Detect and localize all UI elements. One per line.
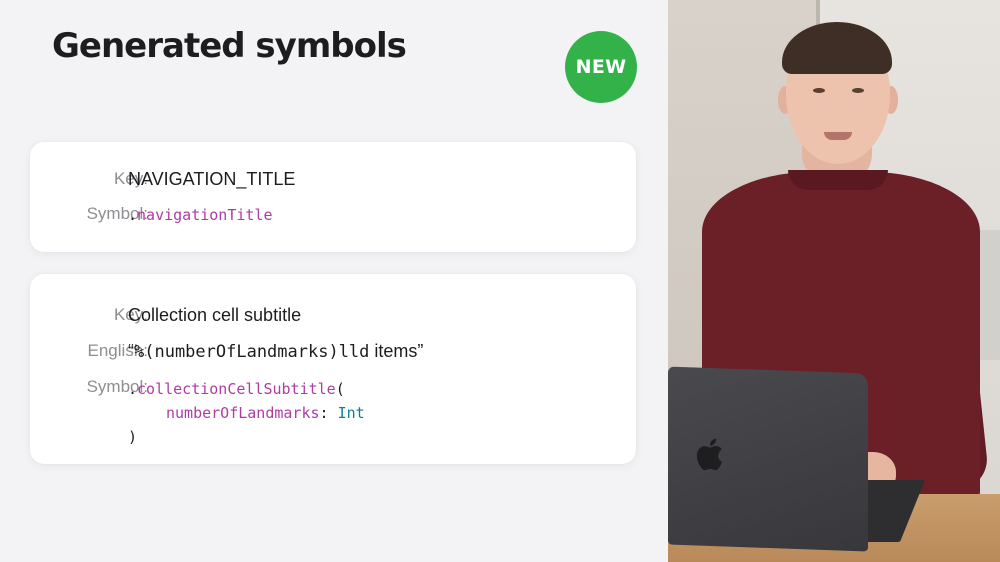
presenter-video — [668, 0, 1000, 562]
english-row: English: “%(numberOfLandmarks)lld items” — [30, 341, 636, 367]
symbol-function: collectionCellSubtitle — [137, 380, 336, 398]
apple-logo-icon — [696, 438, 723, 471]
sweater-collar — [788, 170, 888, 190]
symbol-dot: . — [128, 206, 138, 224]
symbol-dot: . — [128, 380, 138, 398]
symbol-close-paren: ) — [128, 428, 138, 446]
param-type: Int — [337, 404, 365, 422]
english-value: “%(numberOfLandmarks)lld items” — [128, 341, 423, 362]
param-colon: : — [319, 404, 338, 422]
symbol-row: Symbol: .collectionCellSubtitle( — [30, 377, 636, 403]
symbol-name: navigationTitle — [137, 206, 273, 224]
slide-panel: Generated symbols NEW Key: NAVIGATION_TI… — [0, 0, 668, 562]
key-value: Collection cell subtitle — [128, 305, 302, 325]
symbol-card-navigation-title: Key: NAVIGATION_TITLE Symbol: .navigatio… — [30, 142, 636, 252]
symbol-row: Symbol: .navigationTitle — [30, 204, 636, 230]
key-value: NAVIGATION_TITLE — [128, 169, 296, 189]
key-row: Key: Collection cell subtitle — [30, 305, 636, 331]
param-name: numberOfLandmarks — [166, 404, 320, 422]
presenter-eye — [813, 88, 825, 93]
symbol-card-collection-cell-subtitle: Key: Collection cell subtitle English: “… — [30, 274, 636, 464]
new-badge: NEW — [565, 31, 637, 103]
english-format-code: %(numberOfLandmarks)lld — [134, 342, 370, 362]
symbol-line-1: .collectionCellSubtitle( — [128, 380, 345, 398]
symbol-close-row: ) — [30, 428, 636, 454]
symbol-open-paren: ( — [335, 380, 345, 398]
slide-title: Generated symbols — [52, 26, 407, 66]
english-suffix: items” — [369, 341, 424, 361]
key-row: Key: NAVIGATION_TITLE — [30, 169, 636, 195]
symbol-param-row: numberOfLandmarks: Int — [30, 404, 636, 430]
presenter-mouth — [824, 132, 852, 140]
presenter-eye — [852, 88, 864, 93]
symbol-value: .navigationTitle — [128, 206, 273, 224]
video-frame: Generated symbols NEW Key: NAVIGATION_TI… — [0, 0, 1000, 562]
symbol-line-2: numberOfLandmarks: Int — [166, 404, 365, 422]
